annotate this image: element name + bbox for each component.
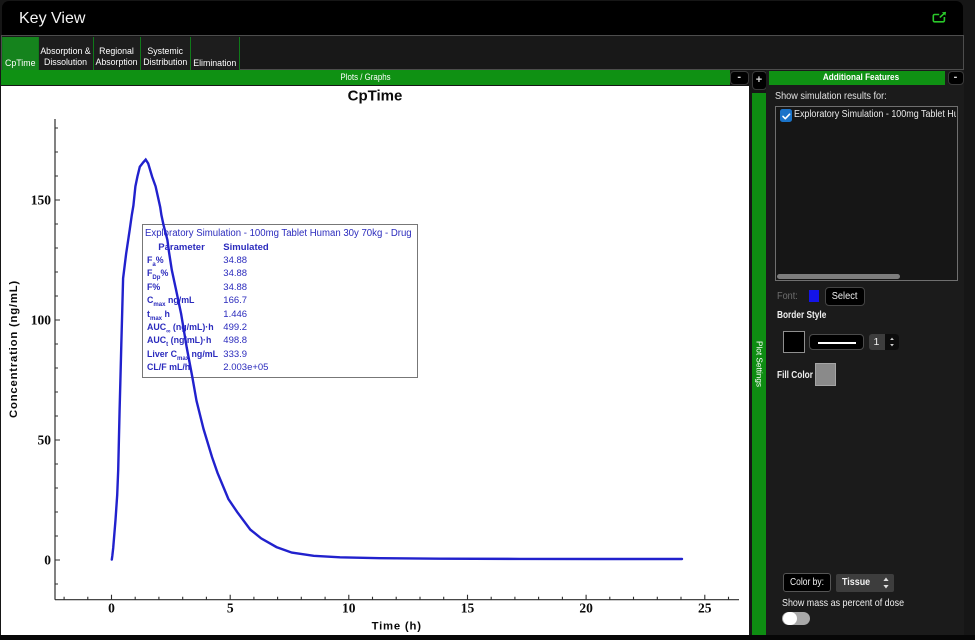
svg-text:CpTime: CpTime [348, 88, 403, 105]
svg-text:0: 0 [44, 552, 51, 567]
svg-text:10: 10 [342, 601, 356, 616]
svg-text:25: 25 [698, 601, 712, 616]
svg-text:15: 15 [461, 601, 475, 616]
svg-text:Concentration (ng/mL): Concentration (ng/mL) [8, 280, 20, 418]
svg-text:50: 50 [38, 432, 52, 447]
svg-text:150: 150 [31, 192, 52, 207]
svg-text:20: 20 [579, 601, 593, 616]
svg-text:0: 0 [108, 601, 115, 616]
svg-text:Time (h): Time (h) [372, 620, 422, 632]
svg-text:100: 100 [31, 312, 52, 327]
svg-text:5: 5 [227, 601, 234, 616]
